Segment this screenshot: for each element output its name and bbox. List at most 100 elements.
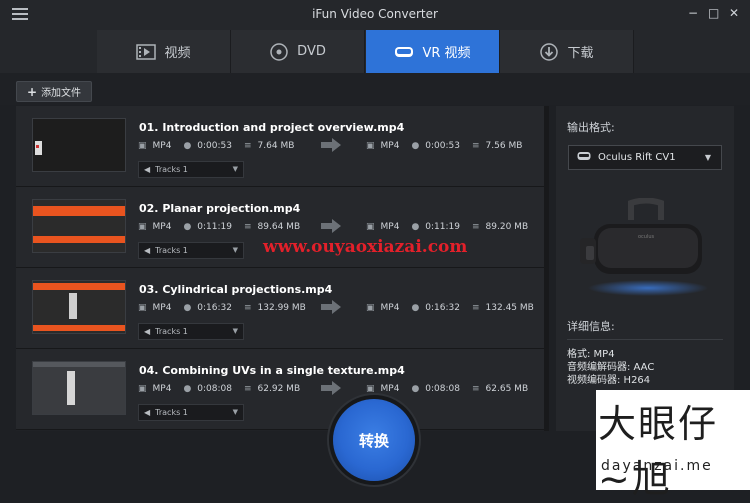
src-format: MP4 xyxy=(152,303,172,313)
src-duration: 0:00:53 xyxy=(197,141,232,151)
site-watermark: www.ouyaoxiazai.com xyxy=(263,237,468,257)
output-panel: 输出格式: Oculus Rift CV1 ▼ oculus 详细信息: 格式:… xyxy=(556,106,734,431)
detail-video-codec: 视频编码器: H264 xyxy=(567,375,651,386)
device-select[interactable]: Oculus Rift CV1 ▼ xyxy=(568,145,722,170)
speaker-icon: ◀ xyxy=(144,327,151,336)
file-row[interactable]: 01. Introduction and project overview.mp… xyxy=(16,106,549,187)
detail-audio-codec: 音频编解码器: AAC xyxy=(567,362,655,373)
tracks-select[interactable]: ◀ Tracks 1 ▼ xyxy=(138,242,244,259)
maximize-button[interactable]: □ xyxy=(708,6,719,20)
file-row[interactable]: 04. Combining UVs in a single texture.mp… xyxy=(16,349,549,430)
clock-icon: ● xyxy=(411,222,420,232)
out-format: MP4 xyxy=(380,222,400,232)
convert-arrow-icon xyxy=(321,299,341,318)
clock-icon: ● xyxy=(411,141,420,151)
video-thumbnail xyxy=(32,118,126,172)
film-icon: ▣ xyxy=(138,222,147,232)
file-name: 03. Cylindrical projections.mp4 xyxy=(139,283,333,296)
minimize-button[interactable]: − xyxy=(688,6,698,20)
film-icon: ▣ xyxy=(138,384,147,394)
tab-vr-video[interactable]: VR 视频 xyxy=(366,30,500,73)
out-size: 89.20 MB xyxy=(485,222,529,232)
src-duration: 0:11:19 xyxy=(197,222,232,232)
database-icon: ≡ xyxy=(244,303,252,313)
device-value: Oculus Rift CV1 xyxy=(598,152,676,163)
film-icon: ▣ xyxy=(366,141,375,151)
out-size: 132.45 MB xyxy=(485,303,534,313)
file-list: 01. Introduction and project overview.mp… xyxy=(16,106,549,431)
out-duration: 0:16:32 xyxy=(425,303,460,313)
logo-watermark-url: dayanzai.me xyxy=(601,458,713,474)
out-format: MP4 xyxy=(380,384,400,394)
download-icon xyxy=(539,42,559,61)
clock-icon: ● xyxy=(183,141,192,151)
tracks-value: Tracks 1 xyxy=(155,165,188,174)
chevron-down-icon: ▼ xyxy=(704,153,711,162)
file-name: 04. Combining UVs in a single texture.mp… xyxy=(139,364,405,377)
src-format: MP4 xyxy=(152,141,172,151)
chevron-down-icon: ▼ xyxy=(232,408,238,416)
tracks-select[interactable]: ◀ Tracks 1 ▼ xyxy=(138,323,244,340)
convert-button[interactable]: 转换 xyxy=(333,399,415,481)
file-row[interactable]: 03. Cylindrical projections.mp4 ▣ MP4 ● 0:… xyxy=(16,268,549,349)
chevron-down-icon: ▼ xyxy=(232,246,238,254)
out-format: MP4 xyxy=(380,303,400,313)
tab-dvd-label: DVD xyxy=(297,44,326,59)
database-icon: ≡ xyxy=(472,384,480,394)
tracks-select[interactable]: ◀ Tracks 1 ▼ xyxy=(138,161,244,178)
logo-watermark: 大眼仔~旭 xyxy=(598,402,719,501)
src-format: MP4 xyxy=(152,384,172,394)
svg-text:oculus: oculus xyxy=(638,234,655,240)
video-thumbnail xyxy=(32,199,126,253)
database-icon: ≡ xyxy=(244,141,252,151)
database-icon: ≡ xyxy=(472,141,480,151)
add-file-label: 添加文件 xyxy=(41,88,82,99)
speaker-icon: ◀ xyxy=(144,246,151,255)
out-duration: 0:08:08 xyxy=(425,384,460,394)
video-thumbnail xyxy=(32,280,126,334)
database-icon: ≡ xyxy=(244,222,252,232)
convert-arrow-icon xyxy=(321,380,341,399)
add-file-button[interactable]: + 添加文件 xyxy=(16,81,93,102)
film-icon: ▣ xyxy=(138,303,147,313)
out-size: 7.56 MB xyxy=(485,141,523,151)
src-size: 89.64 MB xyxy=(257,222,301,232)
divider xyxy=(567,339,723,340)
tracks-select[interactable]: ◀ Tracks 1 ▼ xyxy=(138,404,244,421)
src-format: MP4 xyxy=(152,222,172,232)
film-icon: ▣ xyxy=(366,303,375,313)
vr-headset-icon xyxy=(394,43,414,61)
tracks-value: Tracks 1 xyxy=(155,327,188,336)
database-icon: ≡ xyxy=(244,384,252,394)
clock-icon: ● xyxy=(183,384,192,394)
out-duration: 0:00:53 xyxy=(425,141,460,151)
tab-download-label: 下载 xyxy=(567,46,594,61)
detail-format: 格式: MP4 xyxy=(567,349,615,360)
close-button[interactable]: ✕ xyxy=(729,6,739,20)
tracks-value: Tracks 1 xyxy=(155,408,188,417)
film-icon: ▣ xyxy=(366,222,375,232)
film-icon: ▣ xyxy=(138,141,147,151)
convert-label: 转换 xyxy=(358,431,389,450)
tab-video[interactable]: 视频 xyxy=(97,30,231,73)
src-size: 62.92 MB xyxy=(257,384,301,394)
tab-download[interactable]: 下载 xyxy=(500,30,634,73)
tab-dvd[interactable]: DVD xyxy=(231,30,365,73)
src-size: 132.99 MB xyxy=(257,303,306,313)
file-name: 01. Introduction and project overview.mp… xyxy=(139,121,405,134)
out-format: MP4 xyxy=(380,141,400,151)
clock-icon: ● xyxy=(411,303,420,313)
file-toolbar: + 添加文件 xyxy=(0,73,750,105)
tab-vr-video-label: VR 视频 xyxy=(422,46,471,61)
film-icon xyxy=(136,43,157,61)
clock-icon: ● xyxy=(183,222,192,232)
convert-arrow-icon xyxy=(321,137,341,156)
speaker-icon: ◀ xyxy=(144,408,151,417)
src-duration: 0:08:08 xyxy=(197,384,232,394)
out-duration: 0:11:19 xyxy=(425,222,460,232)
list-scrollbar[interactable] xyxy=(544,106,549,431)
details-label: 详细信息: xyxy=(567,320,615,333)
src-duration: 0:16:32 xyxy=(197,303,232,313)
database-icon: ≡ xyxy=(472,222,480,232)
tab-video-label: 视频 xyxy=(164,46,191,61)
